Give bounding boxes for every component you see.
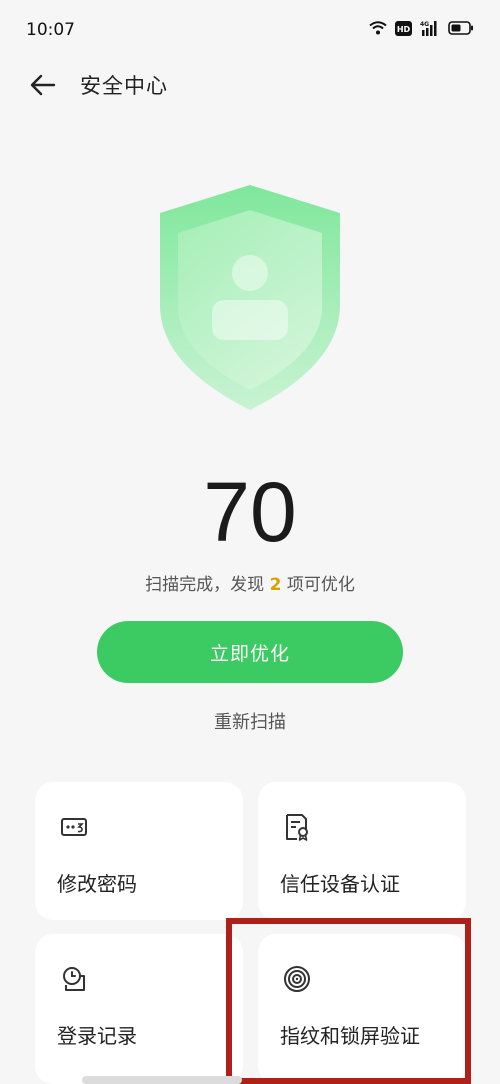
status-time: 10:07 (26, 20, 75, 40)
scan-summary-suffix: 项可优化 (281, 575, 355, 595)
back-arrow-icon[interactable] (28, 70, 58, 100)
4g-signal-icon: 4G (420, 21, 437, 36)
scan-summary-prefix: 扫描完成，发现 (145, 575, 270, 595)
svg-text:4G: 4G (420, 21, 429, 28)
battery-icon (448, 21, 473, 35)
header: 安全中心 (0, 60, 500, 108)
bottom-scroll-indicator (82, 1076, 242, 1084)
svg-text:HD: HD (397, 25, 411, 34)
password-icon (61, 818, 87, 836)
login-record-card[interactable]: 登录记录 (35, 934, 243, 1084)
shield-icon (160, 185, 340, 410)
status-icons: HD 4G (369, 20, 474, 36)
change-password-card[interactable]: 修改密码 (35, 782, 243, 920)
optimize-count: 2 (269, 575, 282, 595)
fingerprint-lock-card[interactable]: 指纹和锁屏验证 (258, 934, 466, 1084)
status-bar: 10:07 HD 4G (0, 0, 500, 60)
trusted-device-card[interactable]: 信任设备认证 (258, 782, 466, 920)
login-record-icon (63, 967, 85, 991)
card-label: 修改密码 (57, 872, 137, 896)
card-label: 登录记录 (57, 1024, 137, 1048)
wifi-icon (369, 21, 387, 35)
scan-summary: 扫描完成，发现 2 项可优化 (0, 570, 500, 595)
optimize-now-button[interactable]: 立即优化 (97, 621, 403, 683)
certificate-icon (286, 814, 308, 841)
card-label: 指纹和锁屏验证 (280, 1024, 420, 1048)
card-label: 信任设备认证 (280, 872, 400, 896)
rescan-button[interactable]: 重新扫描 (0, 708, 500, 734)
page-title: 安全中心 (80, 74, 168, 98)
security-score: 70 (203, 465, 297, 559)
hd-icon: HD (395, 20, 412, 36)
fingerprint-icon (284, 966, 310, 992)
